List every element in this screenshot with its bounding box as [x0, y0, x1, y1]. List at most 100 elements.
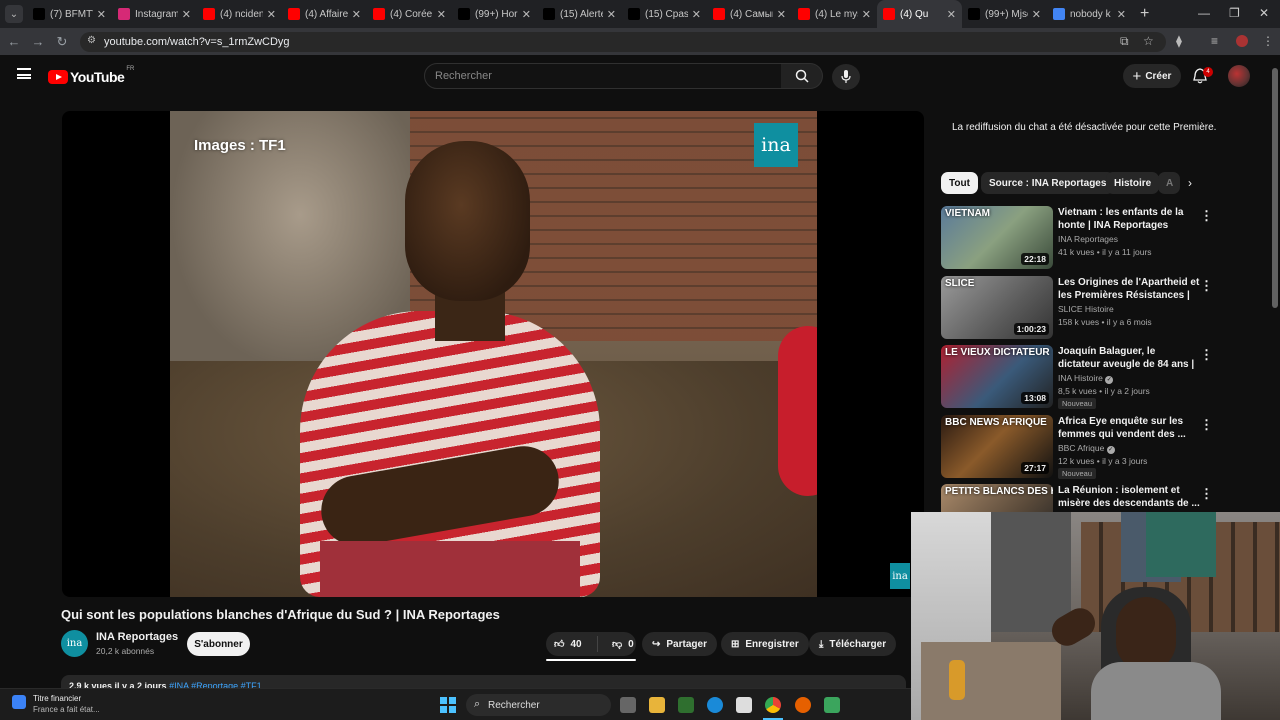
recommended-channel[interactable]: BBC Afrique ✓ [1058, 443, 1115, 454]
recommended-channel[interactable]: SLICE Histoire [1058, 304, 1114, 314]
tab-close-icon[interactable]: ✕ [777, 8, 786, 21]
more-actions-icon[interactable]: ⋮ [1200, 278, 1213, 294]
tab-close-icon[interactable]: ✕ [1117, 8, 1126, 21]
recommended-title[interactable]: Africa Eye enquête sur les femmes qui ve… [1058, 415, 1200, 441]
start-windows-icon[interactable] [440, 697, 456, 713]
tab-close-icon[interactable]: ✕ [352, 8, 361, 21]
media-icon[interactable]: ≡ [1211, 34, 1218, 48]
browser-tab[interactable]: (15) Cpasd ✕ [622, 0, 707, 28]
subscribe-button[interactable]: S'abonner [187, 632, 250, 656]
youtube-logo[interactable]: YouTube FR [48, 66, 134, 85]
install-app-icon[interactable]: ⧉ [1120, 34, 1129, 49]
taskbar-search[interactable]: ⌕ Rechercher [466, 694, 611, 716]
firefox-icon[interactable] [795, 697, 811, 713]
like-button[interactable]: 👍︎ 40 [546, 636, 598, 652]
voice-search-button[interactable] [832, 64, 860, 90]
channel-name[interactable]: INA Reportages [96, 631, 178, 643]
extensions-icon[interactable]: ⧫ [1176, 34, 1182, 48]
more-actions-icon[interactable]: ⋮ [1200, 486, 1213, 502]
tab-close-icon[interactable]: ✕ [437, 8, 446, 21]
channel-watermark[interactable]: ina [890, 563, 910, 589]
tab-close-icon[interactable]: ✕ [1032, 8, 1041, 21]
tab-close-icon[interactable]: ✕ [862, 8, 871, 21]
minimize-icon[interactable]: — [1198, 6, 1210, 20]
tab-close-icon[interactable]: ✕ [522, 8, 531, 21]
hamburger-menu-icon[interactable] [17, 68, 31, 79]
chrome-icon[interactable] [765, 697, 781, 713]
video-thumbnail[interactable]: SLICE 1:00:23 [941, 275, 1053, 339]
tab-close-icon[interactable]: ✕ [947, 8, 956, 21]
store-icon[interactable] [736, 697, 752, 713]
recommended-title[interactable]: Les Origines de l'Apartheid et les Premi… [1058, 276, 1200, 302]
more-actions-icon[interactable]: ⋮ [1200, 208, 1213, 224]
bookmark-star-icon[interactable]: ☆ [1143, 34, 1154, 48]
filter-chip[interactable]: Tout [941, 172, 978, 194]
recommended-title[interactable]: Vietnam : les enfants de la honte | INA … [1058, 206, 1200, 232]
app-icon[interactable] [824, 697, 840, 713]
video-player[interactable]: Images : TF1 ina ina [62, 111, 924, 597]
new-tab-icon[interactable]: + [1140, 5, 1149, 23]
browser-tab[interactable]: (4) ncident ✕ [197, 0, 282, 28]
nvidia-icon[interactable] [678, 697, 694, 713]
chips-next-icon[interactable]: › [1188, 176, 1192, 190]
search-input[interactable]: Rechercher [424, 63, 782, 89]
browser-tab[interactable]: (4) Qu ✕ [877, 0, 962, 28]
reload-icon[interactable]: ↻ [50, 34, 74, 50]
video-thumbnail[interactable]: BBC NEWS AFRIQUE 27:17 [941, 414, 1053, 478]
tab-close-icon[interactable]: ✕ [267, 8, 276, 21]
site-info-icon[interactable]: ⚙ [87, 35, 96, 46]
tab-close-icon[interactable]: ✕ [97, 8, 106, 21]
browser-tab[interactable]: (15) Alerte ✕ [537, 0, 622, 28]
more-actions-icon[interactable]: ⋮ [1200, 417, 1213, 433]
back-icon[interactable]: ← [2, 34, 26, 49]
browser-tab[interactable]: (7) BFMTV ✕ [27, 0, 112, 28]
edge-icon[interactable] [707, 697, 723, 713]
search-button[interactable] [781, 63, 823, 89]
recommended-title[interactable]: Joaquín Balaguer, le dictateur aveugle d… [1058, 345, 1200, 371]
profile-icon[interactable] [1236, 35, 1248, 47]
recommended-title[interactable]: La Réunion : isolement et misère des des… [1058, 484, 1200, 510]
browser-tab[interactable]: (4) Corée c ✕ [367, 0, 452, 28]
news-widget-icon[interactable] [12, 695, 26, 709]
save-button[interactable]: ⊞ Enregistrer [721, 632, 809, 656]
browser-tab[interactable]: (4) Le mys ✕ [792, 0, 877, 28]
browser-tab[interactable]: (99+) Mjsc ✕ [962, 0, 1047, 28]
filter-chip[interactable]: Source : INA Reportages [981, 172, 1115, 194]
account-avatar[interactable] [1228, 65, 1250, 87]
filter-chip[interactable]: A [1158, 172, 1180, 194]
browser-tab[interactable]: (99+) Horri ✕ [452, 0, 537, 28]
youtube-icon [203, 8, 215, 20]
more-actions-icon[interactable]: ⋮ [1200, 347, 1213, 363]
video-thumbnail[interactable]: LE VIEUX DICTATEUR 13:08 [941, 345, 1053, 408]
task-view-icon[interactable] [620, 697, 636, 713]
browser-tab[interactable]: Instagram ✕ [112, 0, 197, 28]
tab-search-icon[interactable]: ⌄ [5, 5, 23, 23]
recommended-video[interactable]: SLICE 1:00:23 Les Origines de l'Apartheid … [941, 275, 1213, 340]
filter-chip[interactable]: Histoire [1106, 172, 1160, 194]
page-scrollbar[interactable] [1272, 68, 1278, 308]
close-window-icon[interactable]: ✕ [1259, 6, 1269, 20]
tab-close-icon[interactable]: ✕ [607, 8, 616, 21]
browser-tab[interactable]: (4) Affaire ✕ [282, 0, 367, 28]
maximize-icon[interactable]: ❐ [1229, 6, 1240, 20]
news-widget-title[interactable]: Titre financier [33, 694, 81, 703]
browser-tab[interactable]: nobody k ✕ [1047, 0, 1132, 28]
recommended-channel[interactable]: INA Histoire ✓ [1058, 373, 1114, 384]
recommended-video[interactable]: BBC NEWS AFRIQUE 27:17 Africa Eye enquête … [941, 414, 1213, 479]
dislike-button[interactable]: 👎︎ 0 [604, 638, 634, 651]
recommended-video[interactable]: VIETNAM 22:18 Vietnam : les enfants de la … [941, 206, 1213, 270]
tab-close-icon[interactable]: ✕ [692, 8, 701, 21]
download-button[interactable]: ⤓ Télécharger [809, 632, 897, 656]
recommended-channel[interactable]: INA Reportages [1058, 234, 1118, 244]
create-button[interactable]: + Créer [1123, 64, 1181, 88]
address-bar[interactable]: ⚙ youtube.com/watch?v=s_1rmZwCDyg [80, 32, 1166, 52]
tab-close-icon[interactable]: ✕ [182, 8, 191, 21]
recommended-video[interactable]: LE VIEUX DICTATEUR 13:08 Joaquín Balaguer,… [941, 345, 1213, 409]
channel-avatar[interactable]: ina [61, 630, 88, 657]
forward-icon[interactable]: → [26, 34, 50, 49]
share-button[interactable]: ↪ Partager [642, 632, 717, 656]
browser-tab[interactable]: (4) Самый ✕ [707, 0, 792, 28]
video-thumbnail[interactable]: VIETNAM 22:18 [941, 206, 1053, 269]
menu-icon[interactable]: ⋮ [1262, 34, 1274, 48]
file-explorer-icon[interactable] [649, 697, 665, 713]
